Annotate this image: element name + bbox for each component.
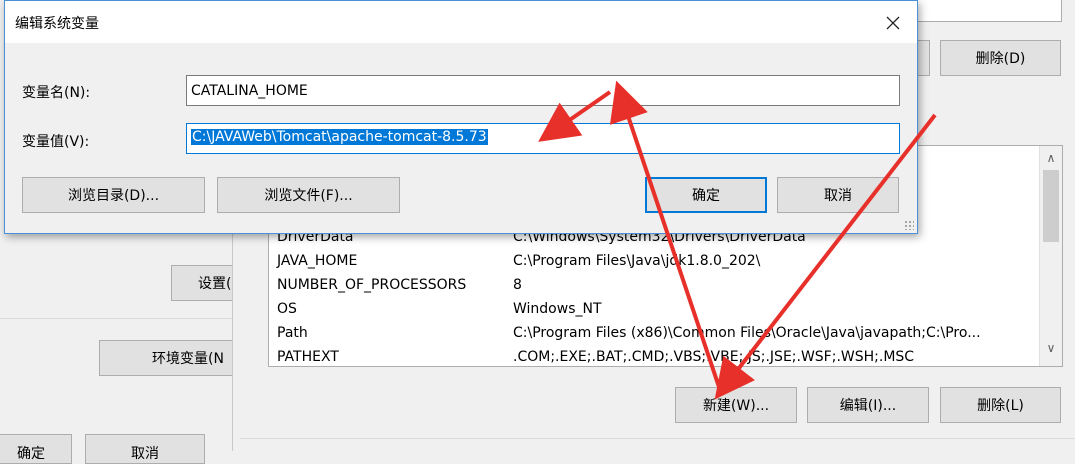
table-row[interactable]: OS Windows_NT (269, 298, 1039, 322)
variable-value: 8 (513, 277, 522, 293)
scrollbar-thumb[interactable] (1043, 170, 1059, 242)
variable-name: NUMBER_OF_PROCESSORS (277, 277, 467, 293)
ok-button[interactable]: 确定 (0, 434, 72, 464)
variable-value-field[interactable]: C:\JAVAWeb\Tomcat\apache-tomcat-8.5.73 (186, 123, 900, 154)
cancel-button[interactable]: 取消 (85, 434, 205, 464)
dialog-title: 编辑系统变量 (15, 16, 99, 32)
edit-variable-label: 编辑(I)... (839, 398, 897, 414)
variable-value: C:\Program Files (x86)\Common Files\Orac… (513, 325, 981, 341)
vertical-scrollbar[interactable]: ∧ ∨ (1039, 146, 1062, 366)
close-icon[interactable] (875, 7, 911, 39)
variable-value-label: 变量值(V): (22, 134, 90, 150)
browse-file-label: 浏览文件(F)... (264, 188, 353, 204)
browse-directory-button[interactable]: 浏览目录(D)... (22, 177, 205, 213)
delete-variable-label: 删除(L) (977, 398, 1024, 414)
scroll-up-icon[interactable]: ∧ (1040, 148, 1062, 168)
cancel-button[interactable]: 取消 (777, 177, 899, 213)
edit-system-variable-dialog: 编辑系统变量 变量名(N): 变量值(V): C:\JAVAWeb\Tomcat… (4, 0, 918, 234)
table-row[interactable]: JAVA_HOME C:\Program Files\Java\jdk1.8.0… (269, 250, 1039, 274)
edit-variable-button[interactable]: 编辑(I)... (807, 387, 929, 423)
environment-variables-button[interactable]: 环境变量(N (99, 340, 237, 376)
variable-value: Windows_NT (513, 301, 602, 317)
user-delete-label: 删除(D) (975, 51, 1026, 67)
table-row[interactable]: PATHEXT .COM;.EXE;.BAT;.CMD;.VBS;.VBE;.J… (269, 346, 1039, 366)
browse-directory-label: 浏览目录(D)... (67, 188, 160, 204)
variable-value: .COM;.EXE;.BAT;.CMD;.VBS;.VBE;.JS;.JSE;.… (513, 349, 915, 365)
browse-file-button[interactable]: 浏览文件(F)... (217, 177, 400, 213)
cancel-label: 取消 (824, 188, 852, 204)
variable-name-field[interactable] (186, 75, 907, 106)
user-delete-button[interactable]: 删除(D) (940, 40, 1061, 76)
ok-label: 确定 (692, 188, 720, 204)
scroll-down-icon[interactable]: ∨ (1040, 338, 1062, 358)
new-variable-label: 新建(W)... (702, 398, 770, 414)
table-row[interactable]: NUMBER_OF_PROCESSORS 8 (269, 274, 1039, 298)
table-row[interactable]: Path C:\Program Files (x86)\Common Files… (269, 322, 1039, 346)
ok-button[interactable]: 确定 (645, 177, 767, 213)
variable-name: PATHEXT (277, 349, 339, 365)
resize-grip-icon[interactable] (904, 220, 914, 230)
variable-value: C:\Program Files\Java\jdk1.8.0_202\ (513, 253, 761, 269)
delete-variable-button[interactable]: 删除(L) (940, 387, 1061, 423)
variable-name-input[interactable] (187, 76, 907, 105)
variable-name: JAVA_HOME (277, 253, 358, 269)
dialog-title-bar[interactable]: 编辑系统变量 (5, 1, 917, 43)
divider (240, 438, 1075, 439)
new-variable-button[interactable]: 新建(W)... (675, 387, 797, 423)
settings-button[interactable]: 设置( (171, 265, 237, 301)
divider (0, 318, 240, 319)
variable-name-label: 变量名(N): (22, 85, 91, 101)
variable-value-text-selected[interactable]: C:\JAVAWeb\Tomcat\apache-tomcat-8.5.73 (191, 129, 488, 145)
variable-name: Path (277, 325, 308, 341)
variable-name: OS (277, 301, 297, 317)
